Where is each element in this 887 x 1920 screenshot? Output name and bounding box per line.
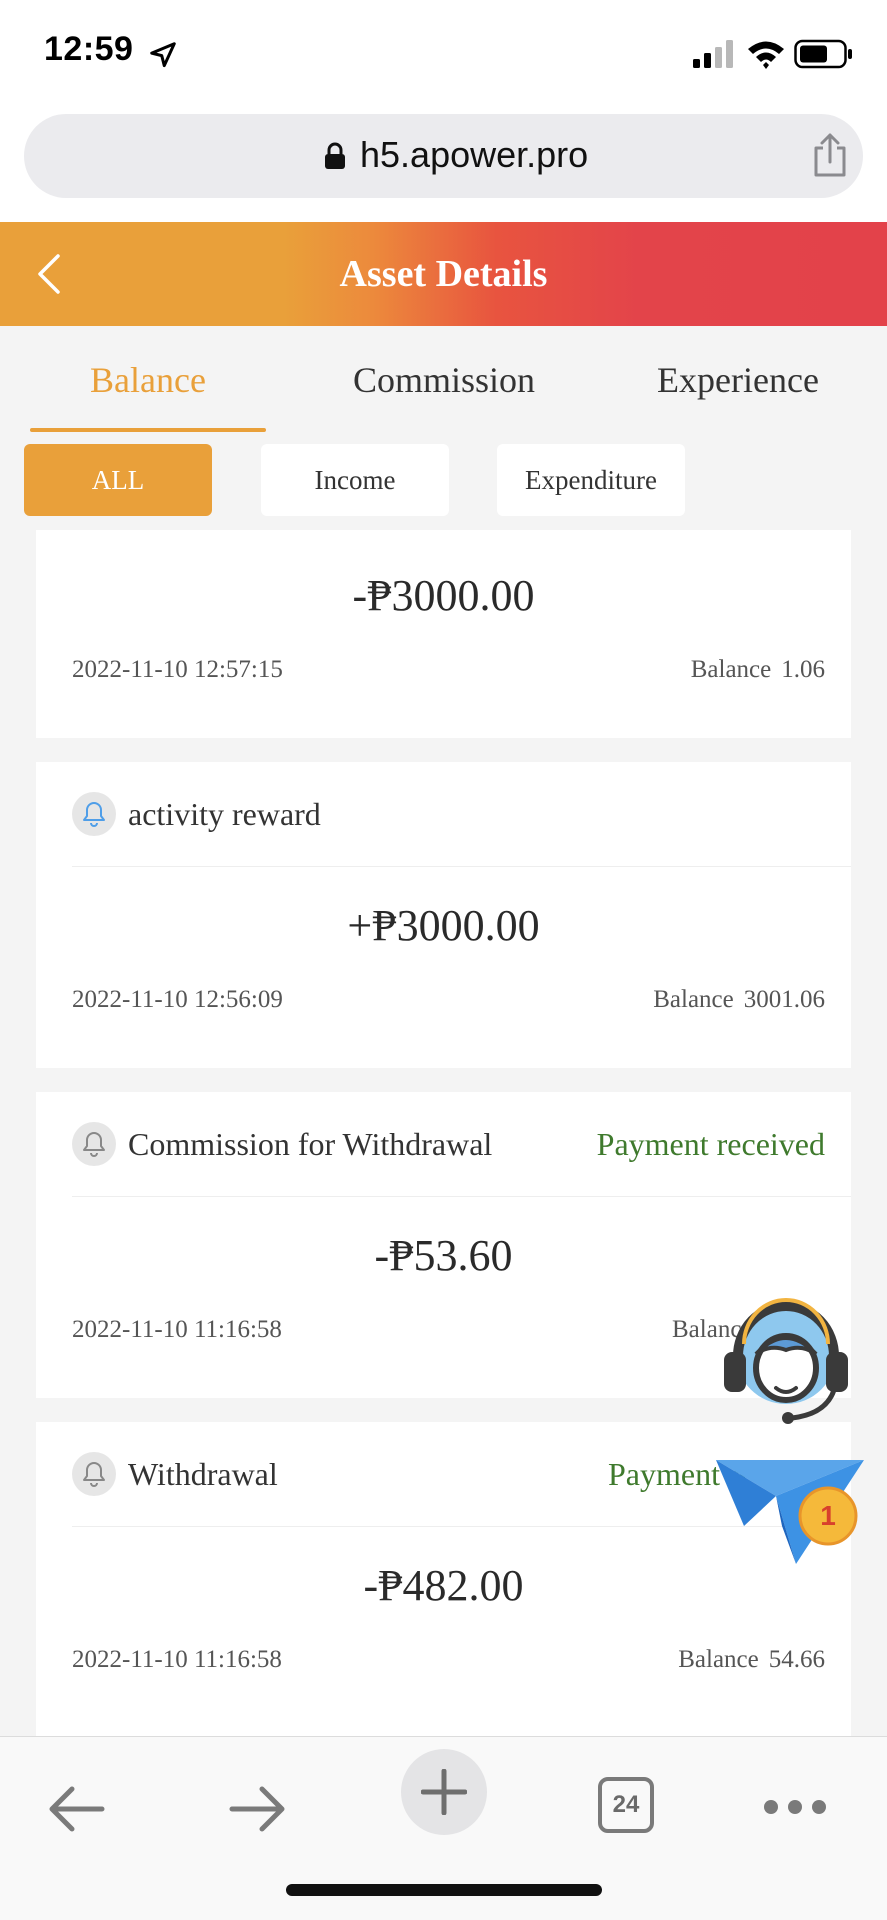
balance-label: Balance [653, 986, 734, 1013]
tabs-overview-button[interactable]: 24 [598, 1777, 654, 1833]
transaction-card[interactable]: -₱3000.00 2022-11-10 12:57:15 Balance 1.0… [36, 530, 851, 738]
transaction-card[interactable]: activity reward +₱3000.00 2022-11-10 12:… [36, 762, 851, 1068]
tab-bar: Balance Commission Experience [0, 326, 887, 434]
bell-icon [83, 1462, 105, 1487]
bell-icon-badge [72, 1122, 116, 1166]
transaction-datetime: 2022-11-10 11:16:58 [72, 1646, 282, 1673]
browser-forward-icon[interactable] [228, 1785, 288, 1833]
more-options-icon[interactable] [762, 1795, 828, 1819]
transaction-datetime: 2022-11-10 11:16:58 [72, 1316, 282, 1343]
balance-value: 1.06 [781, 656, 825, 683]
page-title: Asset Details [339, 253, 548, 295]
transaction-type: activity reward [128, 796, 321, 832]
battery-icon [794, 39, 852, 69]
browser-url-area: h5.apower.pro [0, 110, 887, 222]
plus-icon [421, 1769, 467, 1815]
transaction-datetime: 2022-11-10 12:56:09 [72, 986, 283, 1013]
address-bar[interactable]: h5.apower.pro [24, 114, 863, 198]
browser-back-icon[interactable] [46, 1785, 106, 1833]
home-indicator [286, 1884, 602, 1896]
transaction-header: activity reward [72, 782, 851, 846]
tabs-count: 24 [612, 1791, 640, 1818]
balance-label: Balance [690, 656, 772, 683]
transaction-balance: Balance 3001.06 [653, 986, 825, 1014]
transaction-type: Commission for Withdrawal [128, 1126, 493, 1162]
filter-all-button[interactable]: ALL [24, 444, 212, 516]
bell-icon [83, 1132, 105, 1157]
filter-income-button[interactable]: Income [261, 444, 449, 516]
wifi-icon [748, 41, 784, 69]
balance-label: Balance [678, 1646, 759, 1673]
share-icon[interactable] [810, 132, 850, 178]
filter-expenditure-button[interactable]: Expenditure [497, 444, 685, 516]
bell-icon-badge [72, 1452, 116, 1496]
notification-badge-count: 1 [820, 1500, 836, 1531]
bell-icon [83, 802, 105, 827]
balance-value: 54.66 [768, 1646, 825, 1673]
card-divider [72, 1196, 851, 1197]
url-text: h5.apower.pro [360, 134, 589, 175]
transaction-balance: Balance 54.66 [678, 1646, 825, 1674]
tab-balance[interactable]: Balance [30, 326, 266, 434]
app-screen: 12:59 h5.apower.pro Asset Details Balanc… [0, 0, 887, 1920]
transaction-type: Withdrawal [128, 1456, 278, 1492]
tab-experience[interactable]: Experience [620, 326, 856, 434]
status-time: 12:59 [44, 30, 134, 68]
transaction-amount: -₱482.00 [363, 1561, 524, 1610]
active-tab-indicator [30, 428, 266, 432]
transaction-amount: -₱3000.00 [352, 571, 535, 620]
status-bar: 12:59 [0, 0, 887, 110]
tab-commission[interactable]: Commission [322, 326, 566, 434]
transaction-amount: +₱3000.00 [347, 901, 540, 950]
location-arrow-icon [150, 42, 176, 68]
transaction-datetime: 2022-11-10 12:57:15 [72, 656, 283, 683]
transaction-status: Payment received [596, 1126, 825, 1162]
cellular-signal-icon [693, 40, 733, 68]
transaction-amount: -₱53.60 [374, 1231, 513, 1280]
balance-value: 3001.06 [743, 986, 825, 1013]
transaction-balance: Balance 1.06 [691, 656, 825, 684]
card-divider [72, 866, 851, 867]
bell-icon-badge [72, 792, 116, 836]
customer-support-icon[interactable] [716, 1292, 862, 1426]
transaction-header: Commission for Withdrawal Payment receiv… [72, 1112, 851, 1176]
lock-icon [325, 142, 345, 169]
app-header: Asset Details [0, 222, 887, 326]
new-tab-button[interactable] [401, 1749, 487, 1835]
